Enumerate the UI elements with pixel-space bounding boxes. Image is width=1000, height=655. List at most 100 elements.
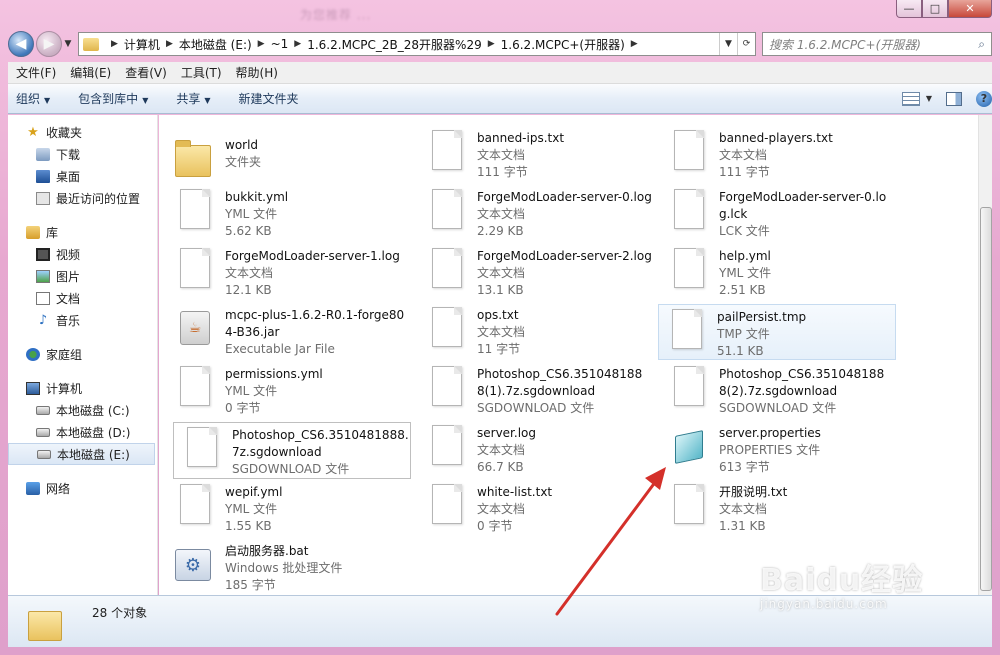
- file-item[interactable]: server.properties PROPERTIES 文件 613 字节: [661, 421, 899, 477]
- file-item[interactable]: 开服说明.txt 文本文档 1.31 KB: [661, 480, 899, 536]
- nav-libraries[interactable]: 库: [8, 221, 157, 243]
- include-in-library-button[interactable]: 包含到库中 ▼: [78, 90, 148, 107]
- file-item[interactable]: Photoshop_CS6.3510481888.7z.sgdownload SG…: [173, 422, 411, 479]
- menu-help[interactable]: 帮助(H): [236, 64, 278, 81]
- menu-file[interactable]: 文件(F): [16, 64, 56, 81]
- breadcrumb-item[interactable]: 计算机: [124, 36, 160, 53]
- file-name: 开服说明.txt: [719, 485, 788, 499]
- file-name: banned-players.txt: [719, 131, 833, 145]
- file-item[interactable]: wepif.yml YML 文件 1.55 KB: [167, 480, 405, 536]
- breadcrumb-item[interactable]: 本地磁盘 (E:): [179, 36, 252, 53]
- nav-network[interactable]: 网络: [8, 477, 157, 499]
- file-item[interactable]: white-list.txt 文本文档 0 字节: [419, 480, 657, 536]
- nav-homegroup[interactable]: 家庭组: [8, 343, 157, 365]
- organize-label: 组织: [16, 92, 41, 106]
- text-document-icon: [427, 425, 467, 473]
- share-button[interactable]: 共享 ▼: [176, 90, 210, 107]
- help-icon[interactable]: ?: [976, 90, 992, 107]
- file-text: Photoshop_CS6.3510481888(1).7z.sgdownloa…: [477, 362, 647, 417]
- maximize-button[interactable]: □: [922, 0, 948, 18]
- back-button[interactable]: ◀: [8, 31, 34, 57]
- file-item[interactable]: ☕ mcpc-plus-1.6.2-R0.1-forge804-B36.jar E…: [167, 303, 405, 359]
- address-actions: ▼ ⟳: [719, 33, 755, 55]
- chevron-right-icon[interactable]: ▶: [488, 39, 495, 49]
- file-type: 文件夹: [225, 155, 262, 169]
- menu-tools[interactable]: 工具(T): [181, 64, 222, 81]
- view-dropdown-icon[interactable]: ▼: [926, 94, 932, 103]
- file-item[interactable]: permissions.yml YML 文件 0 字节: [167, 362, 405, 418]
- drive-icon: [37, 449, 51, 459]
- file-text: banned-players.txt 文本文档 111 字节: [719, 126, 833, 181]
- nav-music[interactable]: ♪ 音乐: [8, 309, 157, 331]
- minimize-button[interactable]: —: [896, 0, 922, 18]
- file-item[interactable]: pailPersist.tmp TMP 文件 51.1 KB: [658, 304, 896, 360]
- sgdownload-file-icon: [427, 366, 467, 414]
- yml-file-icon: [175, 189, 215, 237]
- recent-pages-dropdown[interactable]: ▼: [62, 39, 74, 49]
- nav-drive-c[interactable]: 本地磁盘 (C:): [8, 399, 157, 421]
- change-view-icon[interactable]: [901, 91, 920, 106]
- chevron-right-icon[interactable]: ▶: [258, 39, 265, 49]
- file-item[interactable]: Photoshop_CS6.3510481888(2).7z.sgdownloa…: [661, 362, 899, 418]
- nav-computer[interactable]: 计算机: [8, 377, 157, 399]
- file-size: 0 字节: [225, 401, 261, 415]
- file-text: pailPersist.tmp TMP 文件 51.1 KB: [717, 305, 806, 360]
- menu-edit[interactable]: 编辑(E): [70, 64, 111, 81]
- close-button[interactable]: ✕: [948, 0, 992, 18]
- nav-label: 下载: [56, 147, 81, 162]
- file-size: 2.29 KB: [477, 224, 524, 238]
- nav-downloads[interactable]: 下载: [8, 143, 157, 165]
- file-item[interactable]: banned-players.txt 文本文档 111 字节: [661, 126, 899, 182]
- chevron-right-icon[interactable]: ▶: [631, 39, 638, 49]
- preview-pane-icon[interactable]: [946, 91, 962, 106]
- organize-button[interactable]: 组织 ▼: [16, 90, 50, 107]
- menu-view[interactable]: 查看(V): [125, 64, 167, 81]
- nav-favorites[interactable]: ★ 收藏夹: [8, 121, 157, 143]
- address-dropdown-button[interactable]: ▼: [719, 33, 737, 55]
- file-item[interactable]: ops.txt 文本文档 11 字节: [419, 303, 657, 359]
- chevron-right-icon[interactable]: ▶: [166, 39, 173, 49]
- file-text: world 文件夹: [225, 133, 261, 171]
- nav-label: 图片: [56, 269, 81, 284]
- file-item[interactable]: banned-ips.txt 文本文档 111 字节: [419, 126, 657, 182]
- nav-drive-e[interactable]: 本地磁盘 (E:): [8, 443, 155, 465]
- forward-button[interactable]: ▶: [36, 31, 62, 57]
- nav-label: 本地磁盘 (D:): [56, 425, 131, 440]
- breadcrumb-item[interactable]: 1.6.2.MCPC+(开服器): [501, 36, 625, 53]
- scrollbar-thumb[interactable]: [980, 207, 992, 591]
- search-input[interactable]: 搜索 1.6.2.MCPC+(开服器) ⌕: [762, 32, 992, 56]
- nav-recent[interactable]: 最近访问的位置: [8, 187, 157, 209]
- address-bar[interactable]: ▶ 计算机 ▶ 本地磁盘 (E:) ▶ ~1 ▶ 1.6.2.MCPC_2B_2…: [78, 32, 756, 56]
- breadcrumb-item[interactable]: ~1: [271, 37, 289, 51]
- nav-desktop[interactable]: 桌面: [8, 165, 157, 187]
- nav-videos[interactable]: 视频: [8, 243, 157, 265]
- file-type: TMP 文件: [717, 327, 770, 341]
- nav-drive-d[interactable]: 本地磁盘 (D:): [8, 421, 157, 443]
- file-item[interactable]: bukkit.yml YML 文件 5.62 KB: [167, 185, 405, 241]
- nav-label: 网络: [46, 481, 71, 496]
- chevron-right-icon[interactable]: ▶: [111, 39, 118, 49]
- chevron-right-icon[interactable]: ▶: [294, 39, 301, 49]
- vertical-scrollbar[interactable]: [978, 115, 992, 595]
- breadcrumb-item[interactable]: 1.6.2.MCPC_2B_28开服器%29: [307, 36, 482, 53]
- file-item[interactable]: ForgeModLoader-server-1.log 文本文档 12.1 KB: [167, 244, 405, 300]
- nav-documents[interactable]: 文档: [8, 287, 157, 309]
- file-item[interactable]: help.yml YML 文件 2.51 KB: [661, 244, 899, 300]
- file-item[interactable]: ForgeModLoader-server-0.log 文本文档 2.29 KB: [419, 185, 657, 241]
- file-item[interactable]: ⚙ 启动服务器.bat Windows 批处理文件 185 字节: [167, 539, 405, 595]
- file-item[interactable]: ForgeModLoader-server-0.log.lck LCK 文件: [661, 185, 891, 241]
- file-item[interactable]: world 文件夹: [167, 133, 405, 189]
- new-folder-button[interactable]: 新建文件夹: [239, 90, 299, 107]
- search-icon[interactable]: ⌕: [978, 37, 985, 52]
- file-type: 文本文档: [477, 502, 526, 516]
- file-item[interactable]: Photoshop_CS6.3510481888(1).7z.sgdownloa…: [419, 362, 657, 418]
- nav-pictures[interactable]: 图片: [8, 265, 157, 287]
- properties-file-icon: [669, 425, 709, 473]
- file-size: 111 字节: [477, 165, 528, 179]
- file-item[interactable]: server.log 文本文档 66.7 KB: [419, 421, 657, 477]
- refresh-button[interactable]: ⟳: [737, 33, 755, 55]
- file-item[interactable]: ForgeModLoader-server-2.log 文本文档 13.1 KB: [419, 244, 657, 300]
